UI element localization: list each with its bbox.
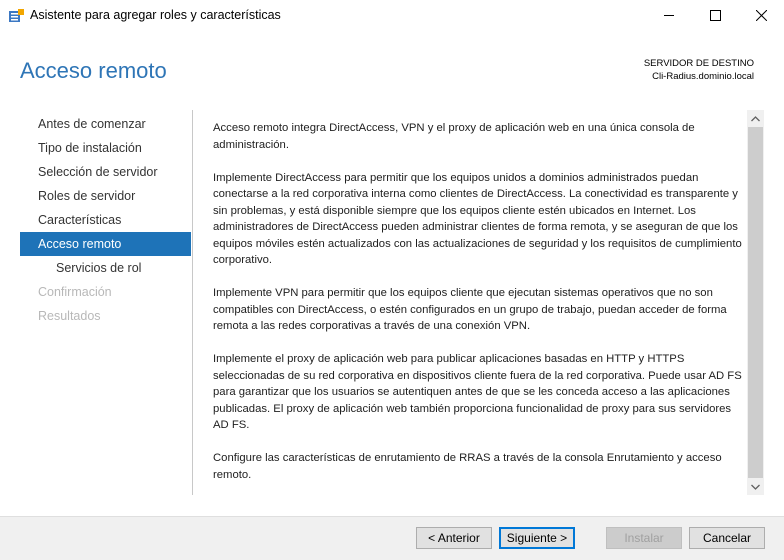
nav-item-servicios-de-rol[interactable]: Servicios de rol [20,256,191,280]
nav-item-acceso-remoto[interactable]: Acceso remoto [20,232,191,256]
nav-divider [192,110,193,495]
paragraph-rras: Configure las características de enrutam… [213,452,722,481]
vertical-scrollbar[interactable] [747,110,764,495]
chevron-up-icon [751,115,760,121]
nav-item-seleccion-de-servidor[interactable]: Selección de servidor [20,160,191,184]
minimize-button[interactable] [646,0,692,31]
scroll-down-button[interactable] [747,478,764,495]
close-icon [755,10,767,21]
back-button[interactable]: < Anterior [416,527,492,549]
scroll-up-button[interactable] [747,110,764,127]
destination-label: SERVIDOR DE DESTINO [643,58,754,69]
chevron-down-icon [751,484,760,490]
nav-item-resultados: Resultados [38,309,101,323]
page-title: Acceso remoto [20,58,167,83]
destination-server-info: SERVIDOR DE DESTINO Cli-Radius.dominio.l… [644,57,754,83]
nav-item-caracteristicas[interactable]: Características [20,208,191,232]
window-titlebar: Asistente para agregar roles y caracterí… [0,0,784,32]
nav-item-confirmacion: Confirmación [38,285,112,299]
window-title: Asistente para agregar roles y caracterí… [30,8,281,22]
paragraph-intro: Acceso remoto integra DirectAccess, VPN … [213,122,695,151]
minimize-icon [663,15,674,16]
paragraph-web-proxy: Implemente el proxy de aplicación web pa… [213,353,742,431]
maximize-button[interactable] [692,0,738,31]
wizard-steps-nav: Antes de comenzar Tipo de instalación Se… [20,112,191,328]
next-button[interactable]: Siguiente > [499,527,575,549]
maximize-icon [709,10,721,21]
server-manager-icon [9,9,24,22]
close-button[interactable] [738,0,784,31]
paragraph-directaccess: Implemente DirectAccess para permitir qu… [213,171,742,267]
install-button: Instalar [606,527,682,549]
nav-item-antes-de-comenzar[interactable]: Antes de comenzar [20,112,191,136]
nav-item-tipo-de-instalacion[interactable]: Tipo de instalación [20,136,191,160]
destination-server-name: Cli-Radius.dominio.local [652,71,754,82]
nav-item-roles-de-servidor[interactable]: Roles de servidor [20,184,191,208]
description-content: Acceso remoto integra DirectAccess, VPN … [213,120,743,500]
cancel-button[interactable]: Cancelar [689,527,765,549]
paragraph-vpn: Implemente VPN para permitir que los equ… [213,287,727,332]
scrollbar-thumb[interactable] [748,127,763,478]
